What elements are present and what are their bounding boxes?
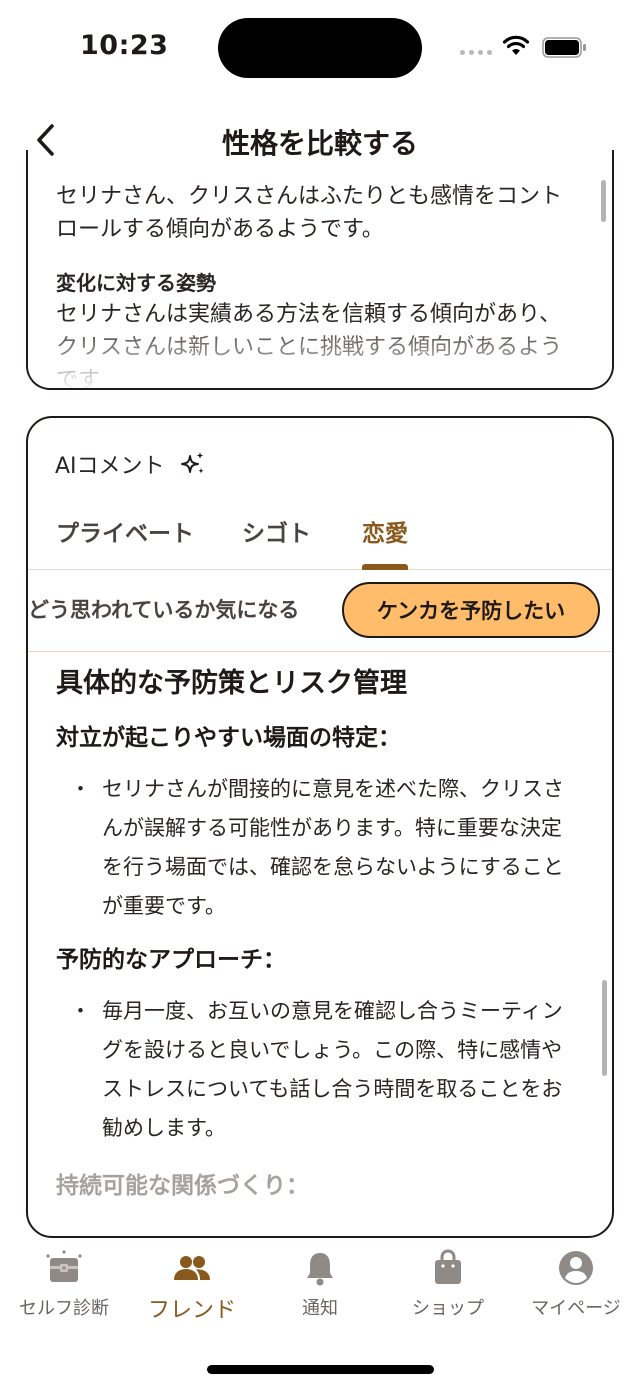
tabbar-item-mypage[interactable]: マイページ [512,1244,640,1320]
dynamic-island [218,18,422,78]
bottom-tab-bar: セルフ診断 フレンド 通知 ショップ マイページ [0,1244,640,1334]
tabbar-item-shop[interactable]: ショップ [384,1244,512,1320]
tabbar-label: ショップ [412,1298,484,1319]
list-item: ・ 毎月一度、お互いの意見を確認し合うミーティングを設けると良いでしょう。この際… [56,992,576,1148]
summary-section-title: 変化に対する姿勢 [56,271,216,295]
shopping-bag-icon [435,1249,461,1284]
bullet-mark: ・ [70,999,91,1023]
summary-text: セリナさん、クリスさんはふたりとも感情をコントロールする傾向があるようです。 [56,184,563,242]
section-title: 予防的なアプローチ： [56,947,286,973]
ai-comment-title: AIコメント [55,454,165,479]
tabbar-label: セルフ診断 [19,1298,109,1319]
bell-icon [307,1253,333,1286]
section-title: 対立が起こりやすい場面の特定： [56,725,401,751]
scrollbar[interactable] [601,180,606,222]
bullet-text: 毎月一度、お互いの意見を確認し合うミーティングを設けると良いでしょう。この際、特… [102,999,563,1140]
ai-comment-header: AIコメント [55,448,207,480]
user-circle-icon [559,1251,593,1285]
treasure-chest-icon [46,1250,82,1282]
home-indicator[interactable] [207,1365,434,1374]
section-title: 持続可能な関係づくり： [56,1173,309,1199]
sparkle-icon [180,452,204,474]
ai-comment-card: AIコメント プライベート シゴト 恋愛 どう思われているか気になる ケンカを予… [26,416,614,1238]
bullet-text: セリナさんが間接的に意見を述べた際、クリスさんが誤解する可能性があります。特に重… [102,777,564,918]
tab-romance[interactable]: 恋愛 [362,514,408,548]
cellular-signal-icon [460,50,492,55]
comment-heading: 具体的な予防策とリスク管理 [56,668,407,699]
bullet-mark: ・ [70,777,91,801]
wifi-icon [502,35,530,55]
tabbar-item-friends[interactable]: フレンド [128,1244,256,1324]
friends-icon [174,1256,210,1280]
tabbar-label: フレンド [147,1298,236,1323]
topic-chips: どう思われているか気になる ケンカを予防したい [28,570,612,652]
tabbar-label: マイページ [531,1298,621,1319]
chip-prevent-fights[interactable]: ケンカを予防したい [342,582,600,638]
fade-overlay [28,318,612,388]
comparison-summary-card[interactable]: セリナさん、クリスさんはふたりとも感情をコントロールする傾向があるようです。 変… [26,150,614,390]
tabbar-item-self-diagnosis[interactable]: セルフ診断 [0,1244,128,1320]
tabbar-label: 通知 [302,1298,338,1319]
scrollbar[interactable] [602,980,607,1076]
ai-comment-body: 具体的な予防策とリスク管理 対立が起こりやすい場面の特定： ・ セリナさんが間接… [56,664,576,1204]
tab-work[interactable]: シゴト [242,514,311,548]
list-item: ・ セリナさんが間接的に意見を述べた際、クリスさんが誤解する可能性があります。特… [56,770,576,926]
status-time: 10:23 [80,30,169,61]
tabbar-item-notifications[interactable]: 通知 [256,1244,384,1320]
category-tabs: プライベート シゴト 恋愛 [28,504,612,570]
chip-how-seen[interactable]: どう思われているか気になる [28,594,299,624]
tab-private[interactable]: プライベート [56,514,194,548]
battery-icon [542,37,586,58]
